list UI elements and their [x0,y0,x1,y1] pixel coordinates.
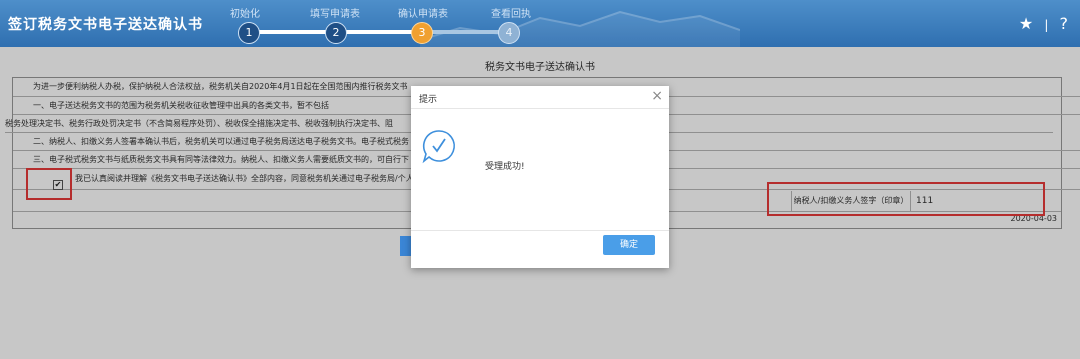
header-icons: ★ | ? [1013,14,1068,33]
step-label-1: 初始化 [230,9,260,20]
step-3-current: 3 [411,22,433,44]
step-4: 4 [498,22,520,44]
ok-button[interactable]: 确定 [603,235,655,255]
step-label-2: 填写申请表 [310,9,360,20]
dialog-header: 提示 × [411,86,669,109]
progress-line-remaining [420,30,508,34]
close-icon[interactable]: × [651,88,663,104]
dialog-title: 提示 [419,95,438,105]
help-icon[interactable]: ? [1060,14,1069,33]
step-label-4: 查看回执 [491,9,531,20]
step-1: 1 [238,22,260,44]
app-title: 签订税务文书电子送达确认书 [8,17,203,33]
great-wall-decoration [420,10,740,47]
success-chat-check-icon [422,130,455,164]
success-dialog: 提示 × 受理成功! 确定 [411,86,669,268]
app-header: 签订税务文书电子送达确认书 初始化 填写申请表 确认申请表 查看回执 1 2 3… [0,0,1080,47]
step-label-3: 确认申请表 [398,9,448,20]
dialog-message: 受理成功! [485,162,525,172]
dialog-footer: 确定 [411,230,669,269]
star-icon[interactable]: ★ [1019,14,1033,33]
step-2: 2 [325,22,347,44]
divider: | [1044,18,1049,32]
